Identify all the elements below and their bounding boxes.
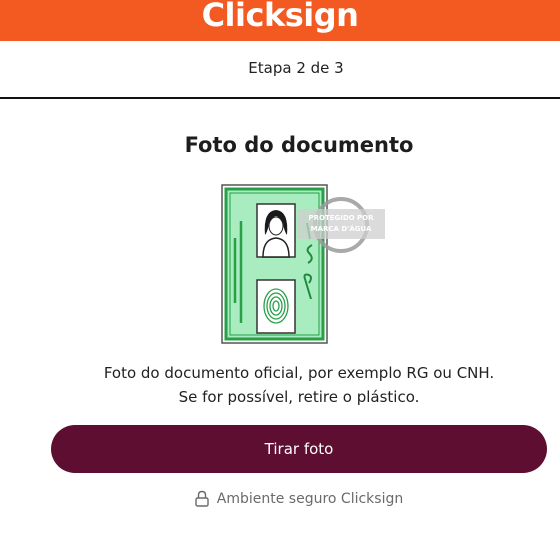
header-divider (0, 97, 560, 99)
take-photo-button[interactable]: Tirar foto (51, 425, 547, 473)
brand-header: Clicksign (0, 0, 560, 41)
svg-text:PROTEGIDO POR: PROTEGIDO POR (308, 214, 374, 222)
lock-icon (195, 490, 209, 507)
description-line-1: Foto do documento oficial, por exemplo R… (103, 364, 495, 382)
svg-text:MARCA D'ÁGUA: MARCA D'ÁGUA (311, 224, 372, 233)
secure-environment-note: Ambiente seguro Clicksign (0, 490, 560, 507)
page-title: Foto do documento (184, 133, 414, 157)
secure-note-text: Ambiente seguro Clicksign (216, 490, 404, 507)
description-line-2: Se for possível, retire o plástico. (178, 388, 420, 406)
clicksign-logo: Clicksign (201, 0, 359, 34)
step-indicator: Etapa 2 de 3 (248, 59, 344, 77)
id-document-icon: PROTEGIDO POR MARCA D'ÁGUA (219, 183, 389, 347)
